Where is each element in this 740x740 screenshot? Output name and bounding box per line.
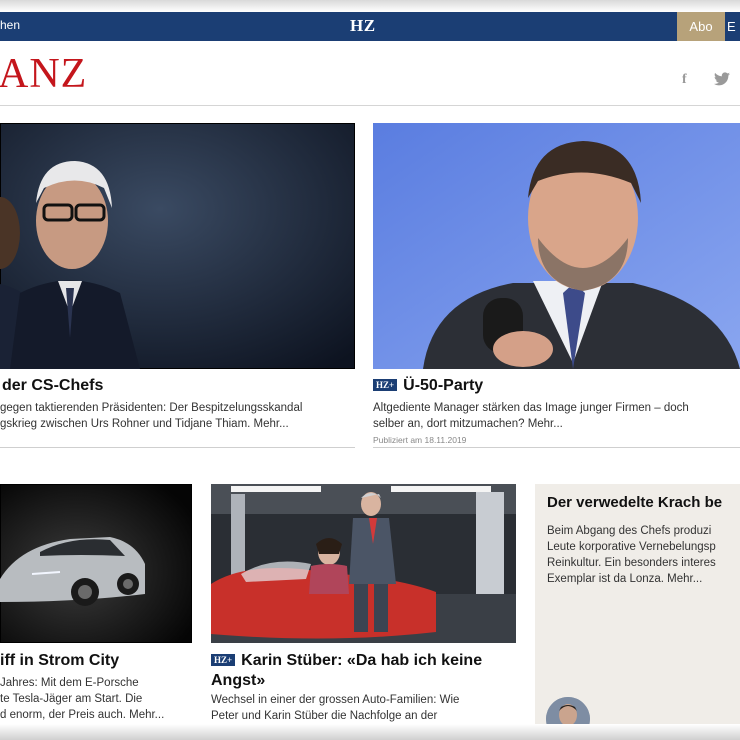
- article-headline[interactable]: HZ+ Ü-50-Party: [373, 376, 483, 396]
- article-image-strom-city[interactable]: [0, 484, 192, 643]
- twitter-icon[interactable]: [714, 72, 730, 89]
- teaser-line: Peter und Karin Stüber die Nachfolge an …: [211, 710, 438, 722]
- teaser-line: Reinkultur. Ein besonders interes: [547, 557, 716, 569]
- article-teaser: gegen taktierenden Präsidenten: Der Besp…: [0, 400, 302, 432]
- article-divider: [0, 447, 355, 448]
- article-image-karin-stueber[interactable]: [211, 484, 516, 643]
- abo-button[interactable]: Abo: [677, 12, 725, 41]
- headline-text[interactable]: Ü-50-Party: [403, 377, 483, 394]
- top-shadow: [0, 0, 740, 12]
- article-headline[interactable]: HZ+ Karin Stüber: «Da hab ich keine Angst…: [211, 651, 482, 691]
- teaser-line: Beim Abgang des Chefs produzi: [547, 525, 712, 537]
- sidebox-headline[interactable]: Der verwedelte Krach be: [547, 494, 740, 511]
- top-navigation-bar: hen HZ Abo E: [0, 12, 740, 41]
- headline-text[interactable]: Angst»: [211, 672, 265, 689]
- teaser-line: Wechsel in einer der grossen Auto-Famili…: [211, 694, 460, 706]
- teaser-line: te Tesla-Jäger am Start. Die: [0, 693, 143, 705]
- headline-text[interactable]: Karin Stüber: «Da hab ich keine: [241, 652, 482, 669]
- featured-sidebox[interactable]: Der verwedelte Krach be Beim Abgang des …: [535, 484, 740, 740]
- teaser-line: gegen taktierenden Präsidenten: Der Besp…: [0, 402, 303, 414]
- menu-link[interactable]: hen: [0, 18, 20, 32]
- article-teaser: Jahres: Mit dem E-Porsche te Tesla-Jäger…: [0, 675, 164, 723]
- article-teaser: Wechsel in einer der grossen Auto-Famili…: [211, 692, 459, 724]
- teaser-line: Jahres: Mit dem E-Porsche: [0, 677, 139, 689]
- teaser-line: d enorm, der Preis auch. Mehr...: [0, 709, 165, 721]
- article-headline[interactable]: iff in Strom City: [0, 651, 119, 671]
- hz-plus-badge: HZ+: [373, 379, 398, 391]
- facebook-icon[interactable]: f: [682, 72, 687, 88]
- site-logo[interactable]: ANZ: [0, 50, 87, 98]
- publish-date: Publiziert am 18.11.2019: [373, 435, 467, 445]
- bottom-shadow: [0, 724, 740, 740]
- teaser-line: selber an, dort mitzumachen? Mehr...: [373, 418, 563, 430]
- teaser-line: Altgediente Manager stärken das Image ju…: [373, 402, 689, 414]
- browser-viewport: hen HZ Abo E ANZ f der CS-Chefs gegen ta…: [0, 0, 740, 740]
- article-image-u50-party[interactable]: [373, 123, 740, 369]
- sidebox-teaser: Beim Abgang des Chefs produzi Leute korp…: [547, 523, 740, 587]
- edge-button[interactable]: E: [725, 12, 740, 41]
- teaser-line: Exemplar ist da Lonza. Mehr...: [547, 573, 703, 585]
- article-divider: [373, 447, 740, 448]
- header-divider: [0, 105, 740, 106]
- article-image-cs-chefs[interactable]: [0, 123, 355, 369]
- hz-plus-badge: HZ+: [211, 654, 236, 666]
- teaser-line: gskrieg zwischen Urs Rohner und Tidjane …: [0, 418, 289, 430]
- teaser-line: Leute korporative Vernebelungsp: [547, 541, 716, 553]
- brand-mark[interactable]: HZ: [350, 16, 376, 36]
- article-headline[interactable]: der CS-Chefs: [2, 376, 103, 396]
- article-teaser: Altgediente Manager stärken das Image ju…: [373, 400, 689, 432]
